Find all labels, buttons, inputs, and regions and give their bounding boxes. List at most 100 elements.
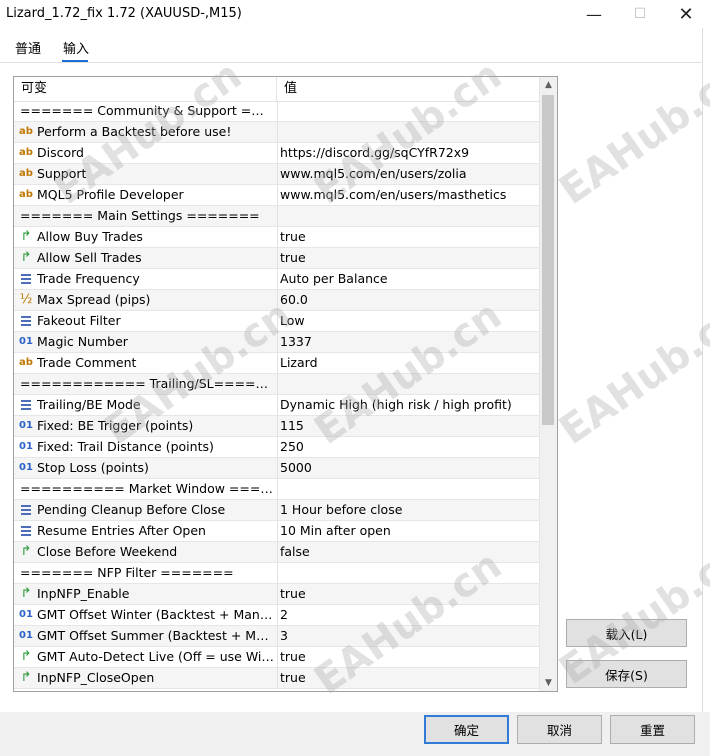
column-divider: [277, 290, 278, 310]
parameter-value[interactable]: true: [280, 248, 536, 268]
parameter-value[interactable]: [280, 479, 536, 499]
parameter-value[interactable]: [280, 206, 536, 226]
scroll-down-icon[interactable]: ▼: [540, 675, 557, 691]
parameter-value[interactable]: Auto per Balance: [280, 269, 536, 289]
parameter-name: GMT Offset Summer (Backtest + Manu...: [37, 628, 274, 643]
table-row[interactable]: Fakeout Filter Low: [14, 311, 539, 332]
column-divider: [277, 584, 278, 604]
parameter-value[interactable]: https://discord.gg/sqCYfR72x9: [280, 143, 536, 163]
reset-button[interactable]: 重置: [610, 715, 695, 744]
parameter-value[interactable]: 1 Hour before close: [280, 500, 536, 520]
ok-button[interactable]: 确定: [424, 715, 509, 744]
parameter-value[interactable]: 5000: [280, 458, 536, 478]
parameter-value[interactable]: 3: [280, 626, 536, 646]
table-row[interactable]: 01 Fixed: Trail Distance (points) 250: [14, 437, 539, 458]
parameter-value[interactable]: 2: [280, 605, 536, 625]
parameter-name: ========== Market Window ======...: [20, 481, 274, 496]
table-row[interactable]: ab Perform a Backtest before use!: [14, 122, 539, 143]
parameter-name: Stop Loss (points): [37, 460, 149, 475]
table-row[interactable]: ab MQL5 Profile Developer www.mql5.com/en/…: [14, 185, 539, 206]
string-type-icon: ab: [19, 126, 33, 137]
parameter-value[interactable]: true: [280, 227, 536, 247]
column-divider: [277, 374, 278, 394]
parameter-value[interactable]: true: [280, 584, 536, 604]
parameter-value[interactable]: Low: [280, 311, 536, 331]
cancel-button[interactable]: 取消: [517, 715, 602, 744]
parameter-name: ============ Trailing/SL=======...: [20, 376, 274, 391]
table-row[interactable]: 01 Stop Loss (points) 5000: [14, 458, 539, 479]
table-row[interactable]: ======= Community & Support ====...: [14, 101, 539, 122]
parameter-value[interactable]: [280, 563, 536, 583]
table-row[interactable]: ½ Max Spread (pips) 60.0: [14, 290, 539, 311]
parameter-value[interactable]: false: [280, 542, 536, 562]
column-divider: [277, 563, 278, 583]
parameter-name: Discord: [37, 145, 84, 160]
parameter-value[interactable]: 10 Min after open: [280, 521, 536, 541]
load-button[interactable]: 载入(L): [566, 619, 687, 647]
table-row[interactable]: ======= Main Settings =======: [14, 206, 539, 227]
enum-type-icon: [19, 503, 33, 517]
table-row[interactable]: ========== Market Window ======...: [14, 479, 539, 500]
table-row[interactable]: ab Trade Comment Lizard: [14, 353, 539, 374]
column-divider: [277, 416, 278, 436]
integer-type-icon: 01: [19, 462, 33, 473]
integer-type-icon: 01: [19, 420, 33, 431]
table-row[interactable]: ab Support www.mql5.com/en/users/zolia: [14, 164, 539, 185]
table-row[interactable]: ============ Trailing/SL=======...: [14, 374, 539, 395]
parameter-value[interactable]: [280, 101, 536, 121]
scroll-up-icon[interactable]: ▲: [540, 77, 557, 93]
column-divider: [277, 164, 278, 184]
parameter-value[interactable]: [280, 122, 536, 142]
integer-type-icon: 01: [19, 609, 33, 620]
parameter-value[interactable]: 1337: [280, 332, 536, 352]
enum-type-icon: [19, 398, 33, 412]
parameter-value[interactable]: true: [280, 647, 536, 667]
table-row[interactable]: 01 Fixed: BE Trigger (points) 115: [14, 416, 539, 437]
table-row[interactable]: ↱ Allow Sell Trades true: [14, 248, 539, 269]
column-divider: [277, 500, 278, 520]
close-icon[interactable]: ✕: [663, 0, 709, 28]
parameter-value[interactable]: 115: [280, 416, 536, 436]
string-type-icon: ab: [19, 168, 33, 179]
parameter-value[interactable]: www.mql5.com/en/users/zolia: [280, 164, 536, 184]
parameter-value[interactable]: 60.0: [280, 290, 536, 310]
parameter-value[interactable]: www.mql5.com/en/users/masthetics: [280, 185, 536, 205]
parameter-name: Fakeout Filter: [37, 313, 121, 328]
table-row[interactable]: 01 GMT Offset Summer (Backtest + Manu... 3: [14, 626, 539, 647]
vertical-scrollbar[interactable]: ▲ ▼: [539, 77, 557, 691]
table-row[interactable]: ↱ InpNFP_CloseOpen true: [14, 668, 539, 689]
table-row[interactable]: Pending Cleanup Before Close 1 Hour befor…: [14, 500, 539, 521]
parameter-value[interactable]: 250: [280, 437, 536, 457]
column-divider: [277, 206, 278, 226]
parameter-value[interactable]: Dynamic High (high risk / high profit): [280, 395, 536, 415]
save-button[interactable]: 保存(S): [566, 660, 687, 688]
table-row[interactable]: ↱ GMT Auto-Detect Live (Off = use Winte..…: [14, 647, 539, 668]
tab-common[interactable]: 普通: [15, 38, 41, 57]
column-divider: [277, 185, 278, 205]
parameter-name: Allow Buy Trades: [37, 229, 143, 244]
table-row[interactable]: ======= NFP Filter =======: [14, 563, 539, 584]
parameter-name: MQL5 Profile Developer: [37, 187, 184, 202]
parameter-value[interactable]: Lizard: [280, 353, 536, 373]
table-row[interactable]: 01 GMT Offset Winter (Backtest + Manual..…: [14, 605, 539, 626]
table-row[interactable]: ↱ InpNFP_Enable true: [14, 584, 539, 605]
column-divider: [277, 353, 278, 373]
tab-inputs[interactable]: 输入: [63, 38, 89, 57]
table-row[interactable]: Resume Entries After Open 10 Min after op…: [14, 521, 539, 542]
maximize-icon[interactable]: ☐: [617, 0, 663, 28]
parameter-name: ======= Main Settings =======: [20, 208, 260, 223]
parameter-value[interactable]: true: [280, 668, 536, 688]
grid-header: 可变 值: [14, 77, 539, 102]
table-row[interactable]: Trade Frequency Auto per Balance: [14, 269, 539, 290]
table-row[interactable]: ↱ Allow Buy Trades true: [14, 227, 539, 248]
column-header-value[interactable]: 值: [277, 77, 539, 101]
table-row[interactable]: 01 Magic Number 1337: [14, 332, 539, 353]
minimize-icon[interactable]: —: [571, 0, 617, 28]
scroll-thumb[interactable]: [542, 95, 554, 425]
table-row[interactable]: ab Discord https://discord.gg/sqCYfR72x9: [14, 143, 539, 164]
table-row[interactable]: ↱ Close Before Weekend false: [14, 542, 539, 563]
table-row[interactable]: Trailing/BE Mode Dynamic High (high risk …: [14, 395, 539, 416]
bool-type-icon: ↱: [20, 586, 32, 601]
parameter-value[interactable]: [280, 374, 536, 394]
column-header-variable[interactable]: 可变: [14, 77, 277, 101]
